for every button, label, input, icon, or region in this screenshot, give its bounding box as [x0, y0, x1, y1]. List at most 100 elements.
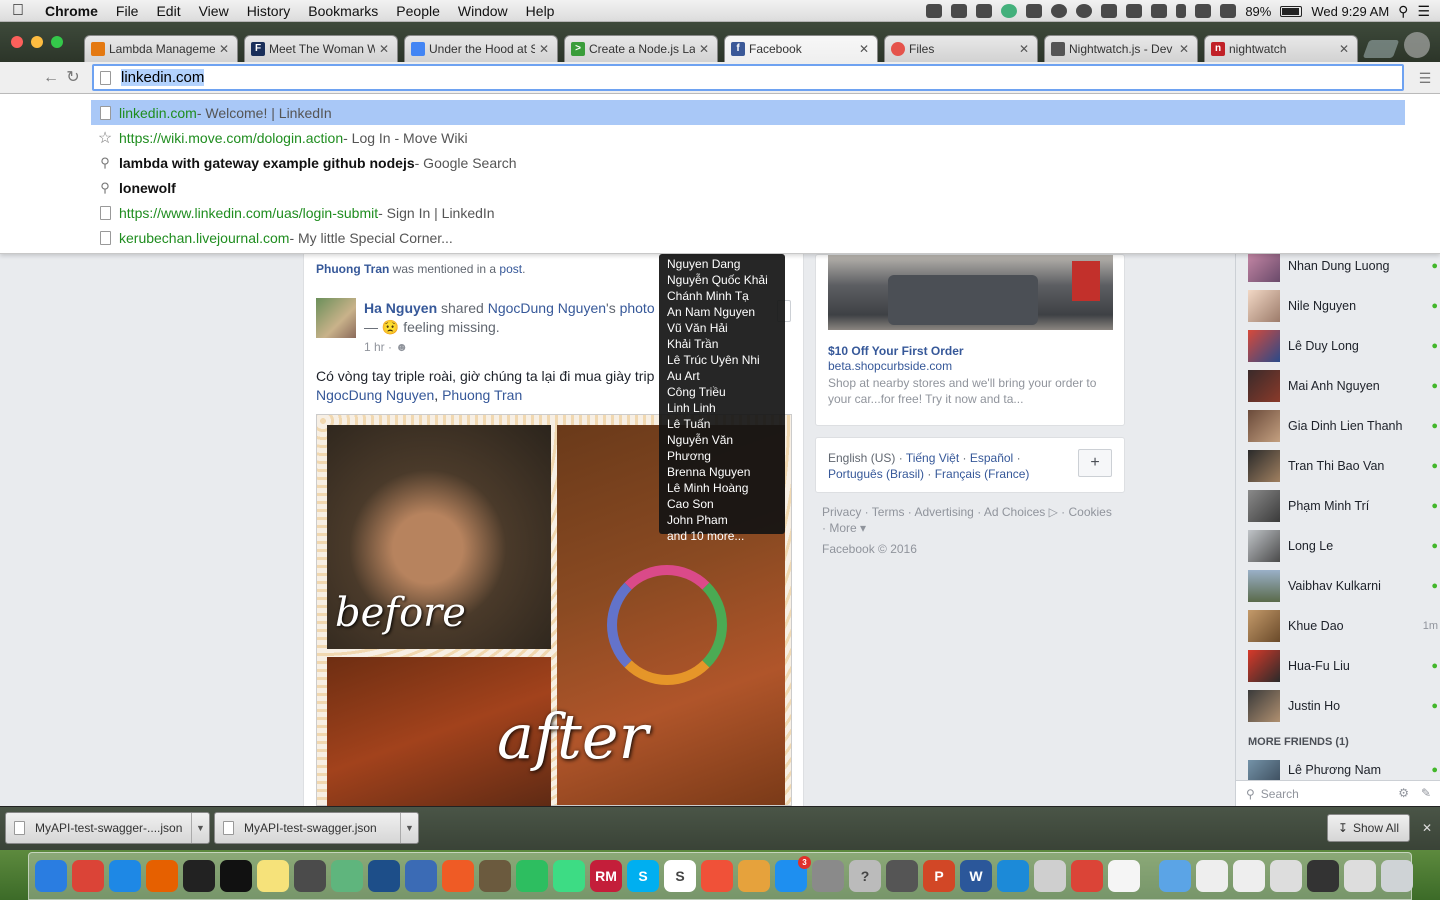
tab-nightwatch-dev[interactable]: Nightwatch.js - Dev ✕	[1044, 35, 1198, 62]
chat-friend[interactable]: Khue Dao 1m	[1248, 610, 1438, 642]
ad-title[interactable]: $10 Off Your First Order	[828, 344, 964, 358]
suggestion-item[interactable]: linkedin.com - Welcome! | LinkedIn	[91, 100, 1405, 125]
app-store-icon[interactable]: 3	[775, 856, 811, 892]
virtualbox-icon[interactable]	[405, 860, 437, 892]
chat-friend[interactable]: Nile Nguyen ●	[1248, 290, 1438, 322]
menu-history[interactable]: History	[238, 3, 300, 19]
chrome-icon[interactable]	[72, 860, 104, 892]
menu-file[interactable]: File	[107, 3, 148, 19]
terminal-thumb-icon[interactable]	[1307, 860, 1339, 892]
reload-icon[interactable]: ↻	[64, 69, 82, 87]
android-studio-icon[interactable]	[553, 860, 585, 892]
close-tab-icon[interactable]: ✕	[699, 42, 709, 56]
tab-nightwatch-npm[interactable]: n nightwatch ✕	[1204, 35, 1358, 62]
notes-icon[interactable]	[257, 860, 289, 892]
time-machine-icon[interactable]	[1151, 4, 1168, 18]
battery-percent[interactable]: 89%	[1245, 4, 1271, 19]
menu-window[interactable]: Window	[449, 3, 517, 19]
post-timestamp[interactable]: 1 hr ·	[364, 340, 392, 354]
wechat-icon[interactable]	[1026, 4, 1043, 18]
dropbox-icon[interactable]	[976, 4, 993, 18]
chat-friend[interactable]: Hua-Fu Liu ●	[1248, 650, 1438, 682]
minimize-window-button[interactable]	[31, 36, 43, 48]
gear-icon[interactable]: ⚙	[1398, 786, 1409, 800]
new-tab-button[interactable]	[1362, 40, 1400, 58]
language-link[interactable]: Français (France)	[935, 467, 1030, 481]
suggestion-item[interactable]: ⚲ lambda with gateway example github nod…	[91, 150, 1405, 175]
close-tab-icon[interactable]: ✕	[1339, 42, 1349, 56]
chat-friend[interactable]: Nhan Dung Luong ●	[1248, 250, 1438, 282]
menu-edit[interactable]: Edit	[147, 3, 189, 19]
back-icon[interactable]: ←	[42, 69, 60, 87]
skype-icon[interactable]: S	[627, 860, 659, 892]
spotlight-icon[interactable]: ⚲	[1398, 3, 1408, 20]
footer-link[interactable]: Ad Choices	[984, 505, 1045, 519]
tab-lambda[interactable]: Lambda Manageme ✕	[84, 35, 238, 62]
chat-friend[interactable]: Tran Thi Bao Van ●	[1248, 450, 1438, 482]
apple-icon[interactable]: 	[0, 2, 36, 20]
airplay-icon[interactable]	[1126, 4, 1143, 18]
status-app-icon[interactable]	[926, 4, 943, 18]
close-tab-icon[interactable]: ✕	[379, 42, 389, 56]
status-circle-icon[interactable]	[1051, 4, 1068, 18]
safari-icon[interactable]	[109, 860, 141, 892]
chat-search-bar[interactable]: ⚲ Search ⚙ ✎	[1236, 780, 1440, 806]
firefox-icon[interactable]	[146, 860, 178, 892]
java-icon[interactable]	[1108, 860, 1140, 892]
swift-icon[interactable]	[701, 860, 733, 892]
address-bar[interactable]: linkedin.com	[92, 64, 1404, 91]
calculator-icon[interactable]	[886, 860, 918, 892]
slack-icon[interactable]: S	[664, 860, 696, 892]
suggestion-item[interactable]: kerubechan.livejournal.com - My little S…	[91, 225, 1405, 250]
show-all-downloads-button[interactable]: ↧ Show All	[1326, 814, 1410, 842]
close-downloads-icon[interactable]: ✕	[1422, 821, 1432, 835]
chat-search-input[interactable]: Search	[1261, 787, 1299, 801]
shared-from-link[interactable]: NgocDung Nguyen	[488, 300, 606, 316]
language-link[interactable]: Español	[970, 451, 1013, 465]
suggestion-item[interactable]: ☆ https://wiki.move.com/dologin.action -…	[91, 125, 1405, 150]
footer-link[interactable]: Terms	[872, 505, 905, 519]
tab-forbes[interactable]: F Meet The Woman W ✕	[244, 35, 398, 62]
close-tab-icon[interactable]: ✕	[1179, 42, 1189, 56]
chat-friend[interactable]: Phạm Minh Trí ●	[1248, 490, 1438, 522]
rubymine-icon[interactable]: RM	[590, 860, 622, 892]
photo-link[interactable]: photo	[620, 300, 655, 316]
window-thumb-icon[interactable]	[1196, 860, 1228, 892]
evernote-status-icon[interactable]	[1101, 4, 1118, 18]
chat-friend[interactable]: Long Le ●	[1248, 530, 1438, 562]
chat-friend[interactable]: Gia Dinh Lien Thanh ●	[1248, 410, 1438, 442]
footer-link[interactable]: Advertising	[914, 505, 973, 519]
chevron-down-icon[interactable]: ▼	[400, 813, 418, 843]
tools-icon[interactable]	[479, 860, 511, 892]
system-prefs-icon[interactable]	[812, 860, 844, 892]
menu-view[interactable]: View	[190, 3, 238, 19]
menu-app-name[interactable]: Chrome	[36, 3, 107, 19]
compose-icon[interactable]: ✎	[1421, 786, 1431, 800]
tag-link[interactable]: NgocDung Nguyen	[316, 387, 434, 403]
close-tab-icon[interactable]: ✕	[539, 42, 549, 56]
tab-create-nodejs[interactable]: > Create a Node.js La ✕	[564, 35, 718, 62]
window-thumb-icon-2[interactable]	[1233, 860, 1265, 892]
address-input[interactable]: linkedin.com	[121, 69, 205, 86]
clock[interactable]: Wed 9:29 AM	[1311, 4, 1389, 19]
chat-friend[interactable]: Vaibhav Kulkarni ●	[1248, 570, 1438, 602]
chat-friend[interactable]: Lê Phương Nam ●	[1248, 760, 1438, 780]
sequel-icon[interactable]	[738, 860, 770, 892]
status-cloud-icon[interactable]	[951, 4, 968, 18]
battery-icon[interactable]	[1280, 5, 1303, 17]
chrome-icon-2[interactable]	[1071, 860, 1103, 892]
sublime-icon[interactable]	[294, 860, 326, 892]
grammarly-icon[interactable]	[1001, 4, 1018, 18]
menu-bookmarks[interactable]: Bookmarks	[299, 3, 387, 19]
bluetooth-icon[interactable]	[1176, 4, 1187, 18]
preview-icon[interactable]	[1270, 860, 1302, 892]
download-item[interactable]: MyAPI-test-swagger.json ▼	[214, 812, 419, 844]
tab-files[interactable]: Files ✕	[884, 35, 1038, 62]
chat-friend[interactable]: Lê Duy Long ●	[1248, 330, 1438, 362]
ad-image[interactable]	[828, 255, 1113, 330]
tab-facebook[interactable]: f Facebook ✕	[724, 35, 878, 62]
check-icon[interactable]	[1076, 4, 1093, 18]
mention-post-link[interactable]: post	[499, 262, 522, 276]
ad-choices-icon[interactable]: ▷	[1049, 505, 1058, 519]
terminal-icon[interactable]	[183, 860, 215, 892]
